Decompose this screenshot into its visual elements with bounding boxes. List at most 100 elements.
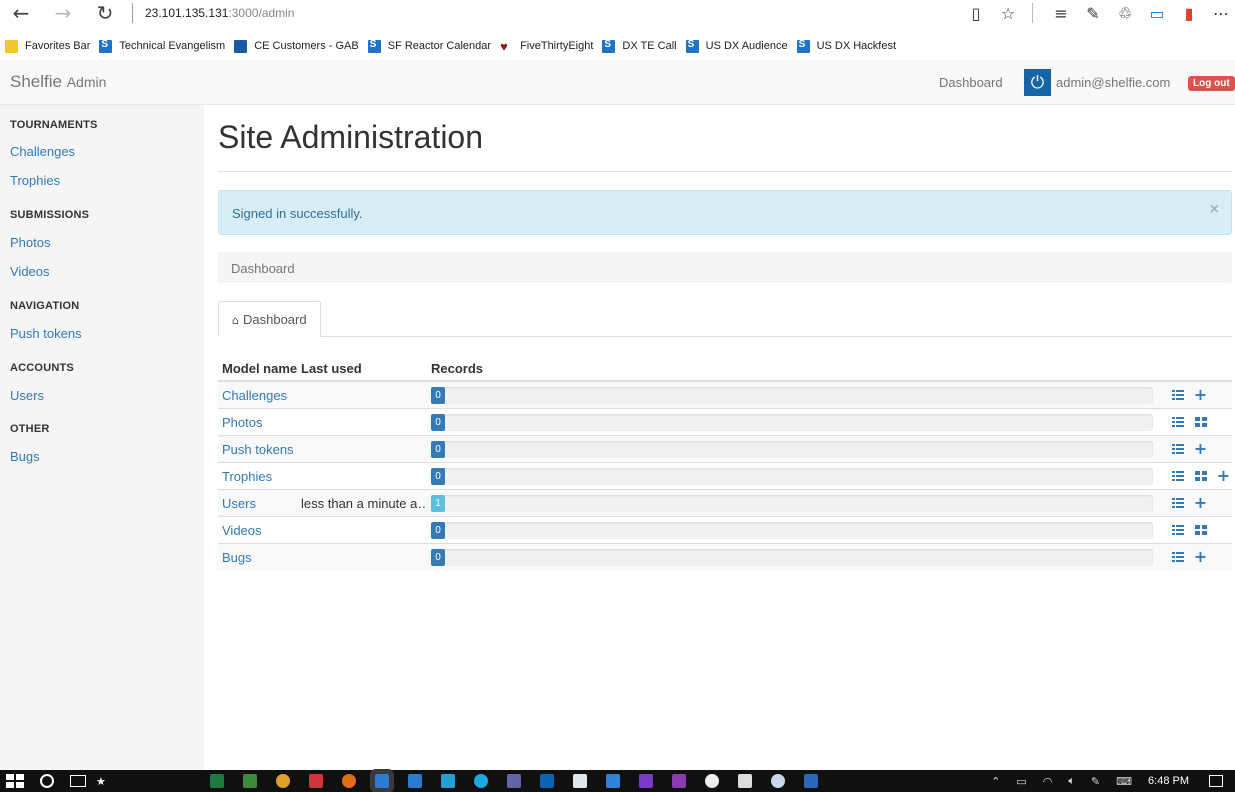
brand-name: Shelfie	[10, 72, 62, 91]
extension-icon[interactable]: ▭	[1143, 0, 1171, 26]
model-link[interactable]: Challenges	[222, 388, 287, 403]
sidebar-item-push-tokens[interactable]: Push tokens	[10, 326, 82, 341]
vscode-icon[interactable]	[605, 774, 620, 788]
edge-icon[interactable]	[374, 774, 389, 788]
model-link[interactable]: Push tokens	[222, 442, 294, 457]
store-icon[interactable]	[737, 774, 752, 788]
clock[interactable]: 6:48 PM	[1148, 775, 1189, 787]
favorite-link[interactable]: US DX Hackfest	[796, 39, 896, 53]
web-note-icon[interactable]: ✎	[1079, 0, 1107, 26]
records-progress	[431, 387, 1153, 404]
favorites-bar: Favorites Bar Technical Evangelism CE Cust…	[0, 35, 1235, 57]
model-link[interactable]: Photos	[222, 415, 262, 430]
pen-icon[interactable]: ✎	[1091, 775, 1100, 788]
app-icon-circle[interactable]	[704, 774, 719, 788]
model-link[interactable]: Trophies	[222, 469, 272, 484]
breadcrumb-item: Dashboard	[231, 261, 295, 276]
user-email[interactable]: admin@shelfie.com	[1056, 75, 1170, 90]
favorite-label: SF Reactor Calendar	[387, 40, 492, 52]
grid-icon[interactable]	[1189, 521, 1212, 539]
outlook-icon[interactable]	[539, 774, 554, 788]
list-icon[interactable]	[1166, 386, 1189, 404]
visual-studio-icon[interactable]	[638, 774, 653, 788]
teams-icon[interactable]	[506, 774, 521, 788]
sidebar-item-users[interactable]: Users	[10, 388, 44, 403]
windows-start-icon[interactable]	[6, 774, 24, 788]
action-center-icon[interactable]	[1209, 775, 1223, 787]
keyboard-icon[interactable]: ⌨	[1116, 775, 1132, 788]
list-icon[interactable]	[1166, 494, 1189, 512]
nav-dashboard-link[interactable]: Dashboard	[939, 75, 1003, 90]
wifi-icon[interactable]: ◠	[1043, 775, 1053, 788]
favorite-link[interactable]: DX TE Call	[602, 39, 677, 53]
toolbar-separator	[1032, 3, 1033, 23]
column-header-model: Model name	[222, 361, 298, 376]
volume-icon[interactable]: 🔈︎	[1068, 774, 1075, 788]
favorite-link[interactable]: Technical Evangelism	[99, 39, 225, 53]
refresh-icon[interactable]: ↻	[84, 0, 126, 26]
app-icon-red[interactable]	[308, 774, 323, 788]
add-icon[interactable]: +	[1212, 467, 1235, 485]
explorer-icon[interactable]	[572, 774, 587, 788]
excel-icon[interactable]	[209, 774, 224, 788]
logout-button[interactable]: Log out	[1188, 76, 1235, 91]
share-icon[interactable]: ♲	[1111, 0, 1139, 26]
favorite-link[interactable]: CE Customers - GAB	[234, 39, 359, 53]
sidebar-heading: NAVIGATION	[10, 300, 80, 312]
battery-icon[interactable]: ▭	[1016, 775, 1026, 788]
favorite-star-icon[interactable]: ☆	[994, 0, 1022, 26]
back-icon[interactable]: ←	[0, 0, 42, 26]
skype-business-icon[interactable]	[440, 774, 455, 788]
list-icon[interactable]	[1166, 413, 1189, 431]
add-icon[interactable]: +	[1189, 494, 1212, 512]
model-link[interactable]: Videos	[222, 523, 262, 538]
sidebar-item-challenges[interactable]: Challenges	[10, 144, 75, 159]
grid-icon[interactable]	[1189, 467, 1212, 485]
more-icon[interactable]: ⋯	[1207, 0, 1235, 26]
sidebar-item-trophies[interactable]: Trophies	[10, 173, 60, 188]
brand[interactable]: Shelfie Admin	[10, 72, 106, 92]
office-icon[interactable]: ▮	[1175, 0, 1203, 26]
favorite-link[interactable]: SF Reactor Calendar	[367, 39, 492, 53]
alert-message: Signed in successfully.	[232, 206, 363, 221]
onenote-icon[interactable]	[671, 774, 686, 788]
cortana-icon[interactable]	[40, 774, 54, 788]
remote-desktop-icon[interactable]	[407, 774, 422, 788]
favorite-link[interactable]: ♥ FiveThirtyEight	[500, 40, 593, 53]
last-used: less than a minute a…	[301, 496, 425, 511]
model-link[interactable]: Users	[222, 496, 256, 511]
hub-icon[interactable]: ≡	[1047, 0, 1075, 26]
app-icon-globe[interactable]	[770, 774, 785, 788]
address-bar[interactable]: 23.101.135.131:3000/admin	[145, 6, 294, 20]
close-icon[interactable]: ×	[1210, 201, 1219, 219]
powershell-icon[interactable]	[803, 774, 818, 788]
list-icon[interactable]	[1166, 521, 1189, 539]
chrome-icon[interactable]	[275, 774, 290, 788]
list-icon[interactable]	[1166, 548, 1189, 566]
forward-icon[interactable]: →	[42, 0, 84, 26]
sidebar-item-bugs[interactable]: Bugs	[10, 449, 40, 464]
task-view-icon[interactable]	[70, 775, 86, 787]
tab-dashboard[interactable]: ⌂ Dashboard	[218, 301, 321, 337]
add-icon[interactable]: +	[1189, 386, 1212, 404]
favorite-link[interactable]: Favorites Bar	[5, 39, 90, 53]
app-icon[interactable]	[242, 774, 257, 788]
records-progress	[431, 468, 1153, 485]
sidebar-item-photos[interactable]: Photos	[10, 235, 50, 250]
list-icon[interactable]	[1166, 440, 1189, 458]
table-row: Users less than a minute a… 1 +	[218, 489, 1232, 516]
grid-icon[interactable]	[1189, 413, 1212, 431]
sidebar-item-videos[interactable]: Videos	[10, 264, 50, 279]
add-icon[interactable]: +	[1189, 440, 1212, 458]
reading-view-icon[interactable]: ▯	[962, 0, 990, 26]
firefox-icon[interactable]	[341, 774, 356, 788]
add-icon[interactable]: +	[1189, 548, 1212, 566]
sharepoint-icon	[99, 39, 113, 53]
star-icon[interactable]: ★	[96, 775, 106, 788]
list-icon[interactable]	[1166, 467, 1189, 485]
favorite-link[interactable]: US DX Audience	[685, 39, 788, 53]
chevron-up-icon[interactable]: ⌃	[991, 775, 1000, 788]
sharepoint-icon	[685, 39, 699, 53]
skype-icon[interactable]	[473, 774, 488, 788]
model-link[interactable]: Bugs	[222, 550, 252, 565]
